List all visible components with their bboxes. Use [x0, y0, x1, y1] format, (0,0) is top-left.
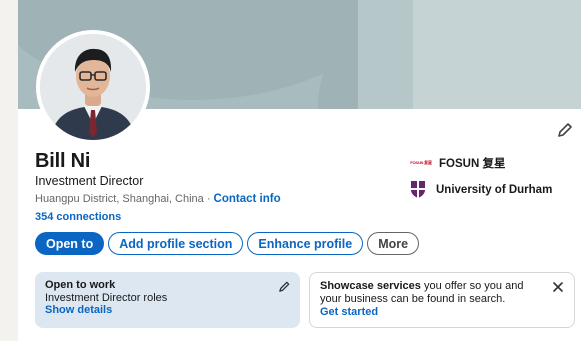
profile-location-row: Huangpu District, Shanghai, China · Cont… — [35, 193, 281, 205]
profile-top-card: Bill Ni Investment Director Huangpu Dist… — [18, 0, 581, 341]
profile-name: Bill Ni — [35, 150, 91, 172]
more-button[interactable]: More — [367, 232, 420, 255]
show-details-link[interactable]: Show details — [45, 304, 290, 317]
profile-actions: Open to Add profile section Enhance prof… — [35, 232, 420, 255]
open-to-work-title: Open to work — [45, 279, 116, 291]
profile-headline: Investment Director — [35, 174, 144, 188]
edit-open-to-work-pencil-icon[interactable] — [278, 280, 291, 293]
current-company-name: FOSUN 复星 — [439, 158, 506, 170]
open-to-work-card[interactable]: Open to work Investment Director roles S… — [35, 272, 300, 328]
connections-link[interactable]: 354 connections — [35, 211, 121, 223]
enhance-profile-button[interactable]: Enhance profile — [247, 232, 364, 255]
profile-photo-image — [40, 34, 146, 140]
education-school-name: University of Durham — [436, 183, 553, 196]
showcase-services-card: Showcase services you offer so you and y… — [309, 272, 575, 328]
page-background — [0, 0, 18, 341]
showcase-services-bold: Showcase services — [320, 280, 421, 292]
get-started-link[interactable]: Get started — [320, 306, 564, 319]
contact-info-link[interactable]: Contact info — [214, 193, 281, 205]
add-profile-section-button[interactable]: Add profile section — [108, 232, 244, 255]
open-to-work-roles: Investment Director roles — [45, 292, 168, 304]
open-to-button[interactable]: Open to — [35, 232, 105, 255]
durham-shield-icon — [411, 181, 425, 198]
location-separator: · — [203, 193, 214, 205]
education-school[interactable]: University of Durham — [410, 180, 552, 199]
banner-shape — [413, 0, 581, 109]
profile-location: Huangpu District, Shanghai, China — [35, 193, 204, 205]
current-company[interactable]: FOSUN 复星 FOSUN 复星 — [410, 155, 505, 171]
close-icon[interactable] — [552, 281, 564, 293]
edit-intro-pencil-icon[interactable] — [556, 121, 574, 139]
fosun-logo: FOSUN 复星 — [410, 160, 432, 165]
profile-photo[interactable] — [36, 30, 150, 144]
showcase-services-text: Showcase services you offer so you and y… — [320, 280, 545, 305]
